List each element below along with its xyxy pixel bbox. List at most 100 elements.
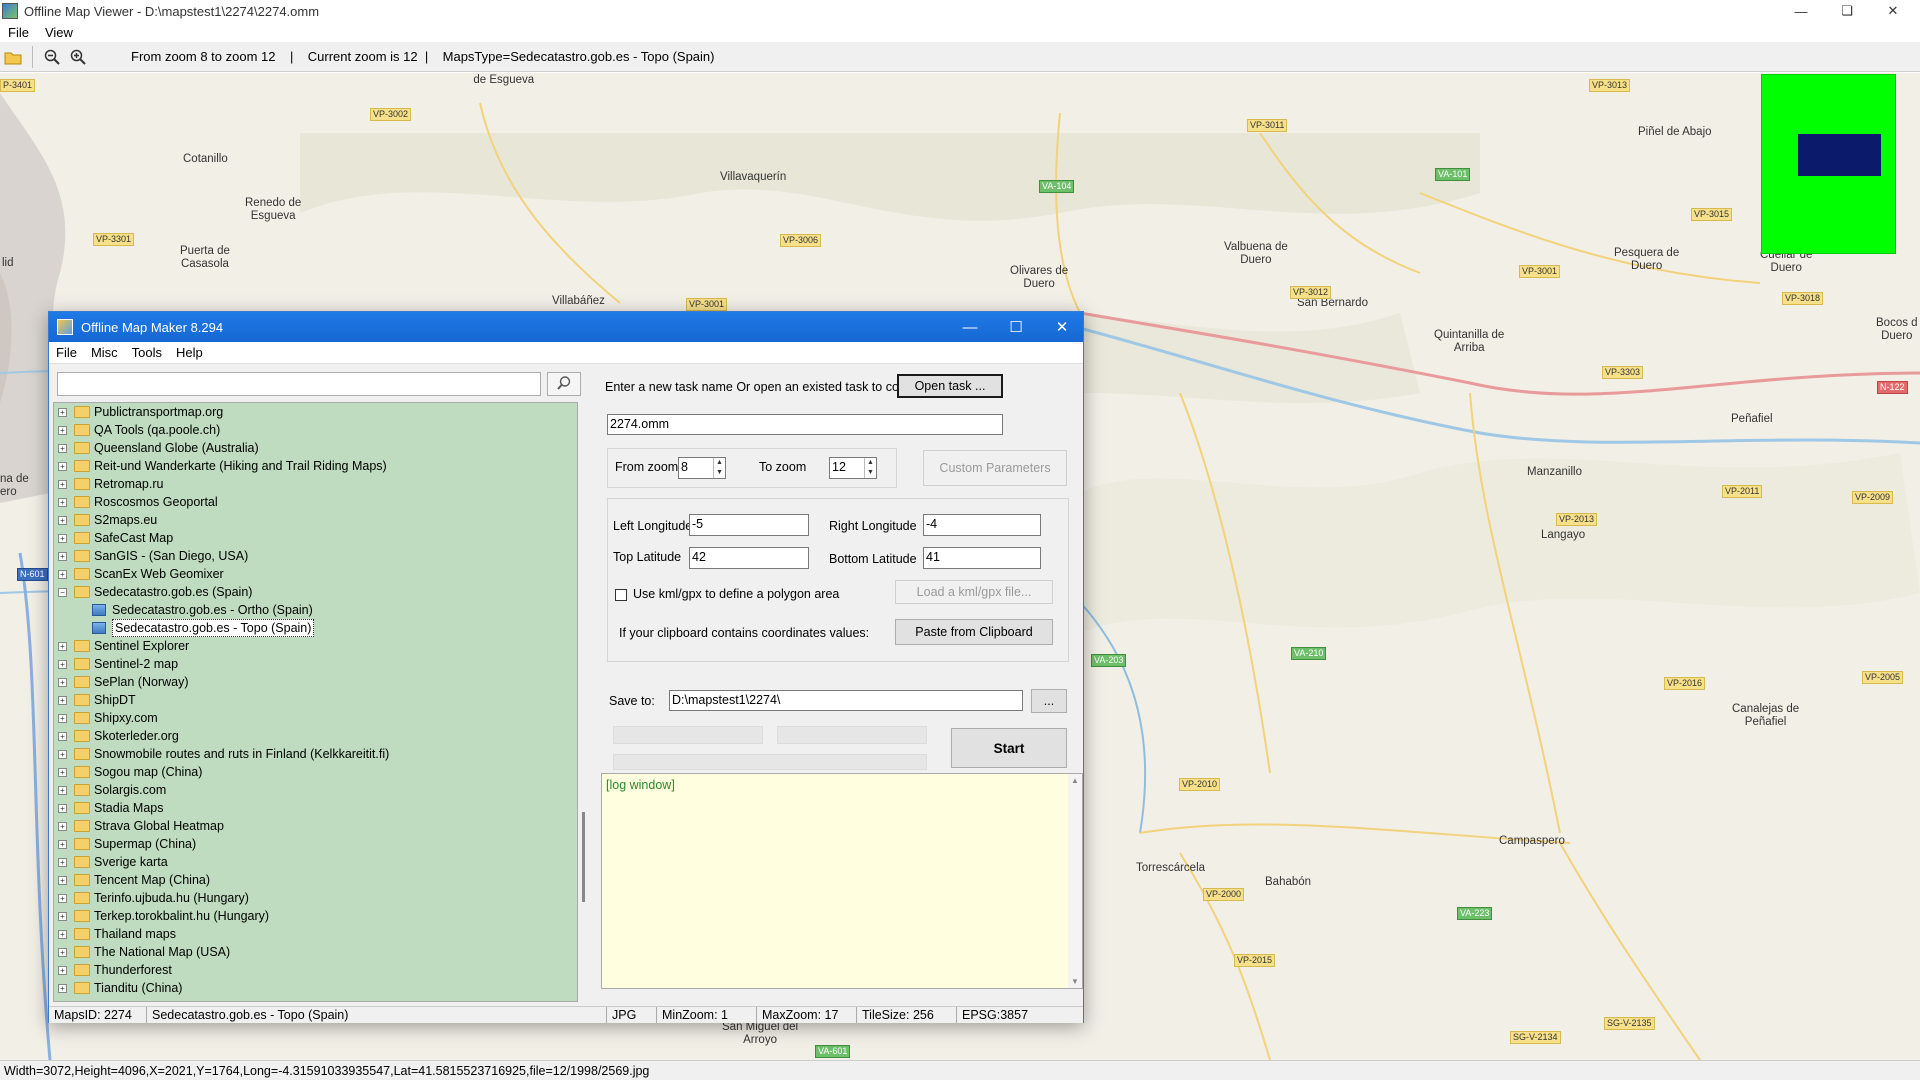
tree-item[interactable]: + Strava Global Heatmap — [54, 817, 577, 835]
tree-item[interactable]: + Sentinel-2 map — [54, 655, 577, 673]
expand-icon[interactable]: + — [58, 480, 67, 489]
tree-scrollbar-thumb[interactable] — [582, 812, 585, 902]
expand-icon[interactable]: + — [58, 534, 67, 543]
spin-down-icon[interactable]: ▼ — [865, 468, 876, 478]
dialog-menu-tools[interactable]: Tools — [125, 345, 169, 360]
browse-button[interactable]: ... — [1031, 689, 1067, 713]
tree-item[interactable]: + Tianditu (China) — [54, 979, 577, 997]
tree-item[interactable]: + SanGIS - (San Diego, USA) — [54, 547, 577, 565]
tree-item[interactable]: + Retromap.ru — [54, 475, 577, 493]
bottom-latitude-input[interactable]: 41 — [923, 547, 1041, 569]
tree-item[interactable]: + Sverige karta — [54, 853, 577, 871]
log-scrollbar[interactable]: ▲ ▼ — [1068, 774, 1082, 988]
search-input[interactable] — [57, 372, 541, 396]
expand-icon[interactable]: + — [58, 912, 67, 921]
spin-up-icon[interactable]: ▲ — [865, 458, 876, 468]
expand-icon[interactable]: + — [58, 984, 67, 993]
paste-clipboard-button[interactable]: Paste from Clipboard — [895, 619, 1053, 645]
tree-item[interactable]: + Thailand maps — [54, 925, 577, 943]
tree-item[interactable]: Sedecatastro.gob.es - Ortho (Spain) — [54, 601, 577, 619]
tree-item[interactable]: + Terinfo.ujbuda.hu (Hungary) — [54, 889, 577, 907]
save-path-input[interactable]: D:\mapstest1\2274\ — [669, 690, 1023, 711]
log-window[interactable]: [log window] ▲ ▼ — [601, 773, 1083, 989]
expand-icon[interactable]: + — [58, 840, 67, 849]
tree-item[interactable]: + Solargis.com — [54, 781, 577, 799]
expand-icon[interactable]: + — [58, 696, 67, 705]
tree-item[interactable]: + Snowmobile routes and ruts in Finland (… — [54, 745, 577, 763]
expand-icon[interactable]: + — [58, 426, 67, 435]
tree-item[interactable]: − Sedecatastro.gob.es (Spain) — [54, 583, 577, 601]
dialog-menu-misc[interactable]: Misc — [84, 345, 125, 360]
tree-item[interactable]: + SePlan (Norway) — [54, 673, 577, 691]
close-button[interactable]: ✕ — [1870, 0, 1916, 22]
tree-item[interactable]: + ShipDT — [54, 691, 577, 709]
open-folder-icon[interactable] — [0, 44, 26, 70]
expand-icon[interactable]: + — [58, 498, 67, 507]
expand-icon[interactable]: + — [58, 642, 67, 651]
expand-icon[interactable]: + — [58, 570, 67, 579]
tree-item[interactable]: + Queensland Globe (Australia) — [54, 439, 577, 457]
expand-icon[interactable]: + — [58, 822, 67, 831]
tree-item[interactable]: Sedecatastro.gob.es - Topo (Spain) — [54, 619, 577, 637]
task-name-input[interactable]: 2274.omm — [607, 414, 1003, 435]
search-button[interactable] — [547, 372, 581, 396]
expand-icon[interactable]: + — [58, 678, 67, 687]
zoom-in-icon[interactable] — [65, 44, 91, 70]
tree-item[interactable]: + QA Tools (qa.poole.ch) — [54, 421, 577, 439]
spin-down-icon[interactable]: ▼ — [714, 468, 725, 478]
dialog-menu-file[interactable]: File — [49, 345, 84, 360]
tree-item[interactable]: + The National Map (USA) — [54, 943, 577, 961]
dialog-menu-help[interactable]: Help — [169, 345, 210, 360]
expand-icon[interactable]: + — [58, 858, 67, 867]
overview-minimap[interactable] — [1761, 74, 1896, 254]
top-latitude-input[interactable]: 42 — [689, 547, 809, 569]
tree-item[interactable]: + Stadia Maps — [54, 799, 577, 817]
expand-icon[interactable]: + — [58, 732, 67, 741]
tree-item[interactable]: + Sentinel Explorer — [54, 637, 577, 655]
tree-item[interactable]: + Reit-und Wanderkarte (Hiking and Trail … — [54, 457, 577, 475]
expand-icon[interactable]: + — [58, 408, 67, 417]
expand-icon[interactable]: + — [58, 462, 67, 471]
tree-item[interactable]: + Thunderforest — [54, 961, 577, 979]
tree-item[interactable]: + Skoterleder.org — [54, 727, 577, 745]
minimize-button[interactable]: — — [1778, 0, 1824, 22]
expand-icon[interactable]: + — [58, 660, 67, 669]
right-longitude-input[interactable]: -4 — [923, 514, 1041, 536]
open-task-button[interactable]: Open task ... — [897, 374, 1003, 398]
tree-item[interactable]: + Roscosmos Geoportal — [54, 493, 577, 511]
to-zoom-spinner[interactable]: ▲ ▼ — [864, 458, 876, 478]
spin-up-icon[interactable]: ▲ — [714, 458, 725, 468]
start-button[interactable]: Start — [951, 728, 1067, 768]
tree-item[interactable]: + SafeCast Map — [54, 529, 577, 547]
dialog-close-button[interactable]: ✕ — [1039, 312, 1085, 342]
menu-file[interactable]: File — [0, 25, 37, 40]
tree-item[interactable]: + Shipxy.com — [54, 709, 577, 727]
tree-item[interactable]: + Sogou map (China) — [54, 763, 577, 781]
scroll-down-icon[interactable]: ▼ — [1068, 977, 1082, 986]
expand-icon[interactable]: + — [58, 930, 67, 939]
menu-view[interactable]: View — [37, 25, 81, 40]
collapse-icon[interactable]: − — [58, 588, 67, 597]
expand-icon[interactable]: + — [58, 750, 67, 759]
expand-icon[interactable]: + — [58, 516, 67, 525]
expand-icon[interactable]: + — [58, 444, 67, 453]
expand-icon[interactable]: + — [58, 894, 67, 903]
tree-scrollbar[interactable] — [580, 402, 591, 1002]
load-kml-button[interactable]: Load a kml/gpx file... — [895, 580, 1053, 604]
expand-icon[interactable]: + — [58, 966, 67, 975]
left-longitude-input[interactable]: -5 — [689, 514, 809, 536]
tree-item[interactable]: + Terkep.torokbalint.hu (Hungary) — [54, 907, 577, 925]
expand-icon[interactable]: + — [58, 768, 67, 777]
dialog-minimize-button[interactable]: — — [947, 312, 993, 342]
kml-polygon-checkbox[interactable] — [615, 589, 627, 601]
tree-item[interactable]: + S2maps.eu — [54, 511, 577, 529]
overview-viewport[interactable] — [1798, 134, 1881, 176]
tree-item[interactable]: + Publictransportmap.org — [54, 403, 577, 421]
tree-item[interactable]: + Tencent Map (China) — [54, 871, 577, 889]
tree-item[interactable]: + Supermap (China) — [54, 835, 577, 853]
expand-icon[interactable]: + — [58, 804, 67, 813]
expand-icon[interactable]: + — [58, 552, 67, 561]
custom-parameters-button[interactable]: Custom Parameters — [923, 450, 1067, 486]
scroll-up-icon[interactable]: ▲ — [1068, 776, 1082, 785]
tree-item[interactable]: + ScanEx Web Geomixer — [54, 565, 577, 583]
